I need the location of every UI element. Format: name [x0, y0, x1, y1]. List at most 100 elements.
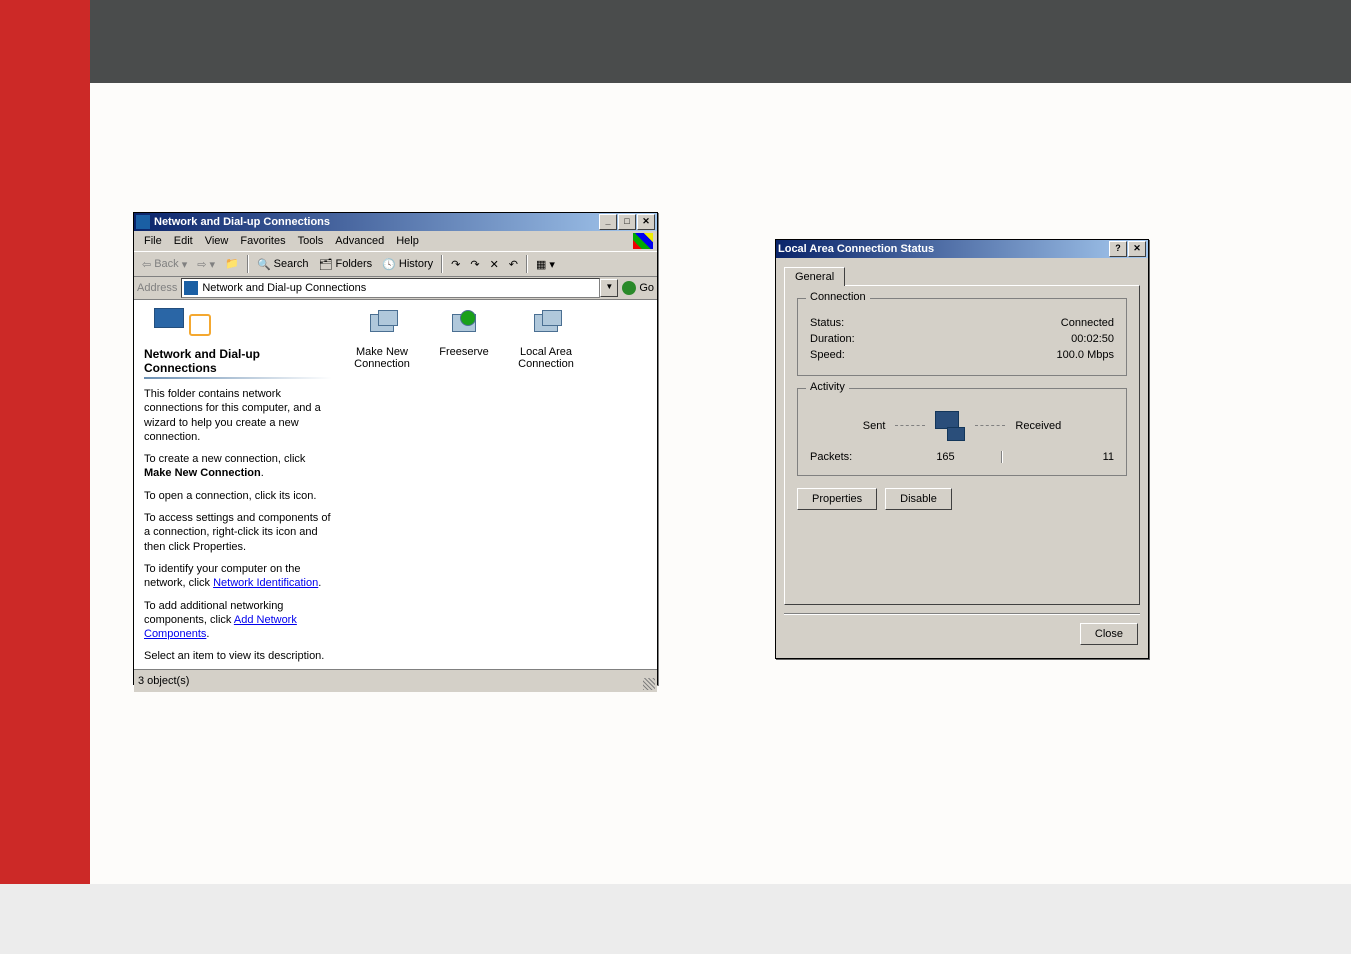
- icon-label: Freeserve: [434, 346, 494, 358]
- dash-left-icon: [895, 425, 925, 427]
- title-bar[interactable]: Network and Dial-up Connections _ □ ✕: [134, 213, 657, 231]
- sent-label: Sent: [863, 420, 886, 432]
- back-button[interactable]: ⇦ Back ▾: [138, 256, 191, 273]
- folders-button[interactable]: 🗂 Folders: [315, 256, 377, 273]
- dropdown-icon: ▾: [182, 258, 188, 271]
- speed-label: Speed:: [810, 349, 845, 361]
- views-icon: ▦: [536, 258, 546, 271]
- connection-legend: Connection: [806, 291, 870, 303]
- toolbar: ⇦ Back ▾ ⇨ ▾ 📁 🔍 Search 🗂 Folders 🕓 Hist…: [134, 251, 657, 277]
- packets-label: Packets:: [810, 451, 890, 463]
- lan-icon: [530, 310, 562, 342]
- network-icon: [144, 308, 332, 338]
- close-button[interactable]: ✕: [1128, 241, 1146, 257]
- history-button[interactable]: 🕓 History: [378, 256, 437, 273]
- sidebar-p2: To create a new connection, click Make N…: [134, 452, 342, 481]
- content-pane: Network and Dial-up Connections This fol…: [134, 300, 657, 669]
- sidebar-header: [134, 300, 342, 344]
- dialog-divider: [784, 613, 1140, 615]
- local-area-connection-icon[interactable]: Local Area Connection: [516, 310, 576, 370]
- move-icon: ↷: [451, 258, 460, 271]
- maximize-button[interactable]: □: [618, 214, 636, 230]
- disable-button[interactable]: Disable: [885, 488, 952, 510]
- menu-edit[interactable]: Edit: [168, 233, 199, 249]
- make-new-connection-icon[interactable]: Make New Connection: [352, 310, 412, 370]
- move-to-button[interactable]: ↷: [447, 256, 464, 273]
- sidebar-p6: To add additional networking components,…: [134, 599, 342, 642]
- info-sidebar: Network and Dial-up Connections This fol…: [134, 300, 342, 669]
- copy-icon: ↷: [470, 258, 479, 271]
- window-icon: [136, 215, 150, 229]
- sidebar-p4: To access settings and components of a c…: [134, 511, 342, 554]
- status-label: Status:: [810, 317, 844, 329]
- connection-status-window: Local Area Connection Status ? ✕ General…: [775, 239, 1149, 659]
- page-top-band: [90, 0, 1351, 83]
- menu-help[interactable]: Help: [390, 233, 425, 249]
- window-title: Local Area Connection Status: [778, 243, 934, 255]
- minimize-button[interactable]: _: [599, 214, 617, 230]
- tab-strip: General: [776, 258, 1148, 285]
- status-text: 3 object(s): [138, 675, 189, 687]
- address-value: Network and Dial-up Connections: [202, 282, 366, 294]
- title-bar[interactable]: Local Area Connection Status ? ✕: [776, 240, 1148, 258]
- history-icon: 🕓: [382, 258, 396, 271]
- views-button[interactable]: ▦▾: [532, 256, 559, 273]
- close-button[interactable]: Close: [1080, 623, 1138, 645]
- undo-button[interactable]: ↶: [505, 256, 522, 273]
- icon-label: Make New Connection: [352, 346, 412, 370]
- forward-button[interactable]: ⇨ ▾: [193, 256, 219, 273]
- forward-arrow-icon: ⇨: [197, 258, 206, 271]
- button-row: Properties Disable: [797, 488, 1127, 510]
- connection-wizard-icon: [366, 310, 398, 342]
- search-icon: 🔍: [257, 258, 271, 271]
- delete-button[interactable]: ✕: [486, 256, 503, 273]
- status-value: Connected: [1061, 317, 1114, 329]
- tab-general[interactable]: General: [784, 267, 845, 286]
- dash-right-icon: [975, 425, 1005, 427]
- packets-sent-value: 165: [890, 451, 1001, 463]
- back-label: Back: [154, 258, 178, 270]
- separator: [247, 255, 249, 273]
- icon-view[interactable]: Make New Connection Freeserve Local Area…: [342, 300, 657, 669]
- sidebar-p2-bold: Make New Connection: [144, 467, 261, 479]
- packets-received-value: 11: [1003, 451, 1114, 463]
- copy-to-button[interactable]: ↷: [466, 256, 483, 273]
- dropdown-icon: ▾: [209, 258, 215, 271]
- resize-gripper-icon[interactable]: [643, 678, 655, 690]
- activity-computers-icon: [935, 411, 965, 441]
- menu-favorites[interactable]: Favorites: [234, 233, 291, 249]
- speed-value: 100.0 Mbps: [1057, 349, 1114, 361]
- connection-group: Connection Status: Connected Duration: 0…: [797, 298, 1127, 376]
- close-button[interactable]: ✕: [637, 214, 655, 230]
- sidebar-p7: Select an item to view its description.: [134, 649, 342, 663]
- freeserve-icon[interactable]: Freeserve: [434, 310, 494, 358]
- duration-value: 00:02:50: [1071, 333, 1114, 345]
- activity-group: Activity Sent Received Packets: 165 11: [797, 388, 1127, 476]
- status-bar: 3 object(s): [134, 669, 657, 692]
- menu-view[interactable]: View: [199, 233, 235, 249]
- properties-button[interactable]: Properties: [797, 488, 877, 510]
- activity-legend: Activity: [806, 381, 849, 393]
- icon-label: Local Area Connection: [516, 346, 576, 370]
- address-input[interactable]: Network and Dial-up Connections: [181, 278, 600, 298]
- address-bar: Address Network and Dial-up Connections …: [134, 277, 657, 300]
- tab-page: Connection Status: Connected Duration: 0…: [784, 285, 1140, 605]
- back-arrow-icon: ⇦: [142, 258, 151, 271]
- network-identification-link[interactable]: Network Identification: [213, 577, 318, 589]
- separator: [526, 255, 528, 273]
- search-button[interactable]: 🔍 Search: [253, 256, 313, 273]
- menu-advanced[interactable]: Advanced: [329, 233, 390, 249]
- menu-file[interactable]: File: [138, 233, 168, 249]
- sidebar-p5: To identify your computer on the network…: [134, 562, 342, 591]
- windows-logo-icon: [633, 233, 653, 249]
- close-row: Close: [776, 623, 1148, 655]
- up-button[interactable]: 📁: [221, 255, 243, 273]
- folders-label: Folders: [336, 258, 373, 270]
- dialup-icon: [448, 310, 480, 342]
- menu-tools[interactable]: Tools: [292, 233, 330, 249]
- separator: [441, 255, 443, 273]
- go-button[interactable]: Go: [622, 281, 654, 295]
- address-dropdown-button[interactable]: ▼: [600, 279, 618, 297]
- help-button[interactable]: ?: [1109, 241, 1127, 257]
- address-label: Address: [137, 282, 177, 294]
